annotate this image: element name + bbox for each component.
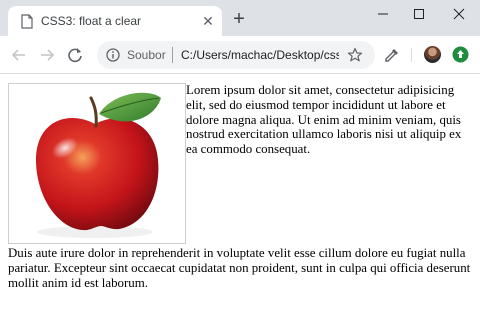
toolbar-divider	[411, 48, 412, 62]
browser-toolbar: Soubor C:/Users/machac/Desktop/css3-floa…	[0, 36, 480, 74]
info-icon[interactable]	[106, 48, 120, 62]
star-icon[interactable]	[347, 47, 363, 63]
tab-title: CSS3: float a clear	[41, 14, 142, 28]
tab-strip: CSS3: float a clear ✕ +	[0, 0, 480, 36]
red-apple-image	[8, 83, 186, 244]
page-content: Lorem ipsum dolor sit amet, consectetur …	[8, 83, 472, 290]
tab-close-icon[interactable]: ✕	[201, 14, 215, 28]
minimize-icon[interactable]	[369, 4, 397, 24]
page-icon	[21, 14, 33, 29]
page-viewport: Lorem ipsum dolor sit amet, consectetur …	[0, 75, 480, 313]
apple-illustration	[35, 92, 161, 238]
browser-tab[interactable]: CSS3: float a clear ✕	[8, 6, 222, 36]
close-icon[interactable]	[445, 4, 473, 24]
address-bar[interactable]: Soubor C:/Users/machac/Desktop/css3-floa…	[97, 41, 375, 69]
site-label: Soubor	[127, 48, 166, 62]
clear-paragraph: Duis aute irure dolor in reprehenderit i…	[8, 246, 471, 290]
arrow-right-icon[interactable]	[36, 44, 58, 66]
arrow-left-icon[interactable]	[8, 44, 30, 66]
new-tab-button[interactable]: +	[230, 9, 248, 29]
address-divider	[172, 47, 173, 63]
profile-avatar[interactable]	[424, 46, 441, 63]
reload-icon[interactable]	[64, 44, 86, 66]
green-extension-icon[interactable]	[452, 46, 469, 63]
maximize-icon[interactable]	[405, 4, 433, 24]
url-text[interactable]: C:/Users/machac/Desktop/css3-float-clear…	[181, 48, 339, 62]
eyedropper-icon[interactable]	[383, 46, 401, 64]
